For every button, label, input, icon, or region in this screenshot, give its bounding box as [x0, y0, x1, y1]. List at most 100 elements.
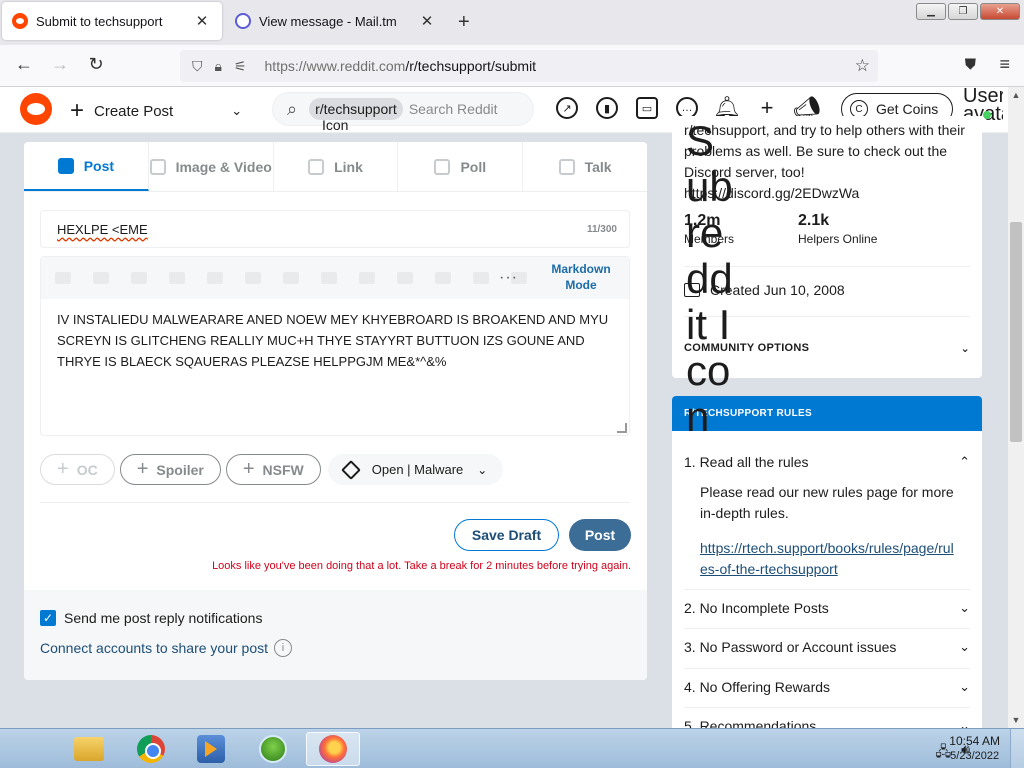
post-body-editor[interactable]: ··· Markdown Mode IV INSTALIEDU MALWEARA…	[40, 256, 630, 436]
tab-close-icon[interactable]: ✕	[192, 12, 212, 30]
rule-1-body: Please read our new rules page for more …	[700, 484, 954, 521]
reload-button[interactable]: ↻	[84, 54, 108, 75]
tab-title: View message - Mail.tm	[259, 13, 397, 29]
markdown-mode-button[interactable]: Markdown Mode	[541, 261, 621, 293]
new-tab-button[interactable]: +	[458, 11, 470, 34]
tab-post[interactable]: Post	[24, 142, 149, 191]
show-desktop-button[interactable]	[1010, 729, 1024, 768]
rule-1[interactable]: 1. Read all the rules ⌃	[684, 454, 970, 470]
spoiler-format-icon[interactable]	[283, 272, 299, 284]
info-icon[interactable]: i	[274, 639, 293, 657]
rules-page-link[interactable]: https://rtech.support/books/rules/page/r…	[700, 538, 960, 580]
tab-mail-tm[interactable]: View message - Mail.tm ✕	[225, 0, 447, 42]
notify-checkbox[interactable]: ✓	[40, 610, 56, 626]
post-body-text[interactable]: IV INSTALIEDU MALWEARARE ANED NOEW MEY K…	[41, 299, 629, 382]
flair-selector[interactable]: Open | Malware ⌄	[327, 454, 504, 485]
poll-icon	[434, 158, 451, 175]
bold-icon[interactable]	[55, 272, 71, 284]
search-icon: ⌕	[287, 98, 298, 119]
bookmark-star-icon[interactable]: ☆	[855, 56, 870, 76]
microphone-icon	[558, 158, 575, 175]
resize-handle[interactable]	[617, 423, 627, 433]
rule-3[interactable]: 3. No Password or Account issues ⌄	[684, 639, 970, 655]
heading-icon[interactable]	[321, 272, 337, 284]
chevron-down-icon: ⌄	[959, 600, 970, 615]
save-draft-button[interactable]: Save Draft	[454, 519, 559, 551]
post-type-tabs: Post Image & Video Link Poll Talk	[24, 142, 647, 192]
tab-talk[interactable]: Talk	[523, 142, 647, 191]
connect-accounts-link[interactable]: Connect accounts to share your post i	[40, 639, 293, 657]
live-icon[interactable]: ▭	[636, 97, 658, 119]
quote-icon[interactable]	[435, 272, 451, 284]
popular-icon[interactable]: ↗	[556, 97, 578, 119]
link-format-icon[interactable]	[131, 272, 147, 284]
composer-footer: ✓ Send me post reply notifications Conne…	[24, 590, 647, 680]
post-icon	[57, 157, 74, 174]
rule-2[interactable]: 2. No Incomplete Posts ⌄	[684, 600, 970, 616]
scroll-down-arrow-icon[interactable]: ▼	[1008, 712, 1024, 728]
hamburger-menu-icon[interactable]: ≡	[999, 54, 1010, 75]
helpers-count: 2.1k	[798, 212, 830, 229]
numbered-list-icon[interactable]	[397, 272, 413, 284]
taskbar-explorer[interactable]	[62, 732, 116, 766]
lock-icon[interactable]: 🔒︎	[215, 58, 222, 75]
taskbar-media-player[interactable]	[184, 732, 238, 766]
maximize-button[interactable]: ❐	[948, 3, 978, 20]
window-close-button[interactable]: ✕	[980, 3, 1020, 20]
scroll-up-arrow-icon[interactable]: ▲	[1008, 87, 1024, 103]
code-icon[interactable]	[207, 272, 223, 284]
windows-start-icon	[259, 735, 287, 763]
reddit-favicon-icon	[12, 13, 28, 29]
scroll-thumb[interactable]	[1010, 222, 1022, 442]
tab-image-video[interactable]: Image & Video	[149, 142, 274, 191]
tab-submit-techsupport[interactable]: Submit to techsupport ✕	[2, 2, 222, 40]
taskbar-firefox[interactable]	[306, 732, 360, 766]
post-title-value: HEXLPE <EME	[57, 221, 148, 237]
rule-4[interactable]: 4. No Offering Rewards ⌄	[684, 679, 970, 695]
code-block-icon[interactable]	[473, 272, 489, 284]
flair-value: Open | Malware	[371, 462, 464, 477]
back-button[interactable]: ←	[12, 54, 36, 75]
post-tag-row: + OC + Spoiler + NSFW Open | Malware ⌄	[40, 454, 504, 485]
superscript-icon[interactable]	[245, 272, 261, 284]
rule-5[interactable]: 5. Recommendations ⌄	[684, 718, 970, 728]
plus-icon: +	[70, 97, 85, 124]
post-title-input[interactable]: HEXLPE <EME 11/300	[40, 210, 630, 248]
search-placeholder: Search Reddit	[408, 101, 498, 117]
tab-poll[interactable]: Poll	[398, 142, 524, 191]
more-options-icon[interactable]: ···	[499, 269, 518, 287]
minimize-button[interactable]: ▁	[916, 3, 946, 20]
strikethrough-icon[interactable]	[169, 272, 185, 284]
search-box[interactable]: ⌕ r/techsupport Search Reddit	[272, 92, 534, 126]
stats-icon[interactable]: ▮	[596, 97, 618, 119]
get-coins-label: Get Coins	[876, 101, 939, 117]
nsfw-tag-button[interactable]: + NSFW	[225, 454, 321, 485]
tab-link[interactable]: Link	[274, 142, 399, 191]
italic-icon[interactable]	[93, 272, 109, 284]
tab-close-icon[interactable]: ✕	[417, 12, 437, 30]
forward-button[interactable]: →	[48, 54, 72, 75]
page-scrollbar[interactable]: ▲ ▼	[1008, 87, 1024, 728]
taskbar-chrome[interactable]	[124, 732, 178, 766]
helpers-online-stat: 2.1k Helpers Online	[798, 212, 877, 246]
chevron-down-icon: ⌄	[959, 718, 970, 728]
chevron-down-icon: ⌄	[959, 679, 970, 694]
post-button[interactable]: Post	[569, 519, 631, 551]
chrome-icon	[137, 735, 165, 763]
taskbar-start[interactable]	[246, 732, 300, 766]
bullet-list-icon[interactable]	[359, 272, 375, 284]
spoiler-tag-button[interactable]: + Spoiler	[119, 454, 221, 485]
firefox-icon	[319, 735, 347, 763]
shield-icon[interactable]: ⛉	[192, 58, 203, 75]
create-post-dropdown[interactable]: + Create Post ⌄	[70, 97, 242, 125]
window-controls: ▁ ❐ ✕	[916, 3, 1020, 20]
oc-tag-button[interactable]: + OC	[40, 454, 115, 485]
notify-label[interactable]: Send me post reply notifications	[64, 610, 262, 626]
reddit-logo-icon[interactable]	[20, 93, 52, 125]
url-bar[interactable]: ⛉ 🔒︎ ⚟ https://www.reddit.com/r/techsupp…	[180, 50, 878, 82]
url-text: https://www.reddit.com/r/techsupport/sub…	[264, 58, 537, 74]
taskbar-clock[interactable]: 10:54 AM 5/23/2022	[949, 734, 1000, 764]
divider	[684, 707, 970, 708]
pocket-icon[interactable]: ⛊	[965, 56, 976, 73]
permissions-icon[interactable]: ⚟	[234, 58, 247, 75]
